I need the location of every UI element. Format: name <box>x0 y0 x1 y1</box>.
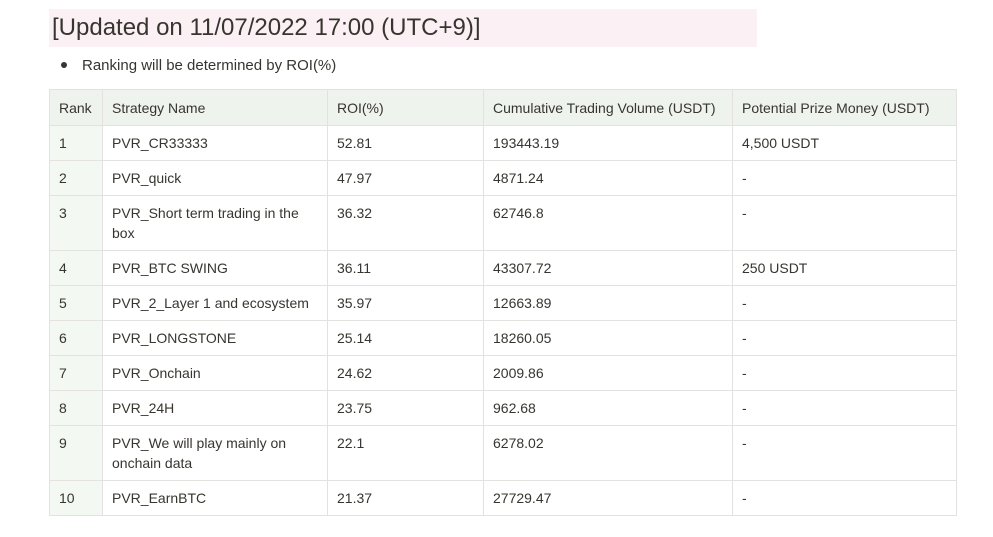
bullet-dot-icon <box>61 62 67 68</box>
strategy-name-cell: PVR_CR33333 <box>102 125 328 161</box>
prize-cell: - <box>732 355 957 391</box>
roi-cell: 36.11 <box>327 250 484 286</box>
volume-cell: 43307.72 <box>483 250 733 286</box>
bullet-text: Ranking will be determined by ROI(%) <box>82 56 337 74</box>
rank-cell: 8 <box>49 390 103 426</box>
header-strategy-name: Strategy Name <box>102 89 328 126</box>
prize-cell: - <box>732 320 957 356</box>
table-row: 10 PVR_EarnBTC 21.37 27729.47 - <box>49 480 957 516</box>
table-row: 2 PVR_quick 47.97 4871.24 - <box>49 160 957 196</box>
prize-cell: - <box>732 390 957 426</box>
table-row: 9 PVR_We will play mainly on onchain dat… <box>49 425 957 481</box>
prize-cell: - <box>732 195 957 251</box>
table-row: 3 PVR_Short term trading in the box 36.3… <box>49 195 957 251</box>
rank-cell: 4 <box>49 250 103 286</box>
table-row: 7 PVR_Onchain 24.62 2009.86 - <box>49 355 957 391</box>
rank-cell: 6 <box>49 320 103 356</box>
volume-cell: 2009.86 <box>483 355 733 391</box>
prize-cell: - <box>732 425 957 481</box>
table-row: 1 PVR_CR33333 52.81 193443.19 4,500 USDT <box>49 125 957 161</box>
strategy-name-cell: PVR_We will play mainly on onchain data <box>102 425 328 481</box>
strategy-name-cell: PVR_EarnBTC <box>102 480 328 516</box>
prize-cell: - <box>732 285 957 321</box>
rank-cell: 3 <box>49 195 103 251</box>
page: [Updated on 11/07/2022 17:00 (UTC+9)] Ra… <box>0 0 993 537</box>
volume-cell: 193443.19 <box>483 125 733 161</box>
table-row: 4 PVR_BTC SWING 36.11 43307.72 250 USDT <box>49 250 957 286</box>
roi-cell: 25.14 <box>327 320 484 356</box>
roi-cell: 23.75 <box>327 390 484 426</box>
roi-cell: 35.97 <box>327 285 484 321</box>
header-volume: Cumulative Trading Volume (USDT) <box>483 89 733 126</box>
header-roi: ROI(%) <box>327 89 484 126</box>
volume-cell: 18260.05 <box>483 320 733 356</box>
rank-cell: 5 <box>49 285 103 321</box>
table-row: 5 PVR_2_Layer 1 and ecosystem 35.97 1266… <box>49 285 957 321</box>
prize-cell: 250 USDT <box>732 250 957 286</box>
bullet-item: Ranking will be determined by ROI(%) <box>58 55 336 75</box>
volume-cell: 27729.47 <box>483 480 733 516</box>
table-header-row: Rank Strategy Name ROI(%) Cumulative Tra… <box>49 89 957 126</box>
strategy-name-cell: PVR_quick <box>102 160 328 196</box>
roi-cell: 52.81 <box>327 125 484 161</box>
volume-cell: 12663.89 <box>483 285 733 321</box>
table-row: 6 PVR_LONGSTONE 25.14 18260.05 - <box>49 320 957 356</box>
roi-cell: 21.37 <box>327 480 484 516</box>
strategy-name-cell: PVR_24H <box>102 390 328 426</box>
roi-cell: 36.32 <box>327 195 484 251</box>
prize-cell: 4,500 USDT <box>732 125 957 161</box>
header-prize: Potential Prize Money (USDT) <box>732 89 957 126</box>
strategy-name-cell: PVR_BTC SWING <box>102 250 328 286</box>
strategy-name-cell: PVR_Short term trading in the box <box>102 195 328 251</box>
rank-cell: 1 <box>49 125 103 161</box>
table-row: 8 PVR_24H 23.75 962.68 - <box>49 390 957 426</box>
strategy-name-cell: PVR_LONGSTONE <box>102 320 328 356</box>
volume-cell: 4871.24 <box>483 160 733 196</box>
rank-cell: 10 <box>49 480 103 516</box>
header-rank: Rank <box>49 89 103 126</box>
roi-cell: 22.1 <box>327 425 484 481</box>
page-title: [Updated on 11/07/2022 17:00 (UTC+9)] <box>49 9 757 47</box>
strategy-name-cell: PVR_2_Layer 1 and ecosystem <box>102 285 328 321</box>
roi-cell: 24.62 <box>327 355 484 391</box>
rank-cell: 2 <box>49 160 103 196</box>
roi-cell: 47.97 <box>327 160 484 196</box>
volume-cell: 62746.8 <box>483 195 733 251</box>
prize-cell: - <box>732 480 957 516</box>
volume-cell: 6278.02 <box>483 425 733 481</box>
ranking-table: Rank Strategy Name ROI(%) Cumulative Tra… <box>49 89 957 516</box>
volume-cell: 962.68 <box>483 390 733 426</box>
prize-cell: - <box>732 160 957 196</box>
strategy-name-cell: PVR_Onchain <box>102 355 328 391</box>
rank-cell: 9 <box>49 425 103 481</box>
rank-cell: 7 <box>49 355 103 391</box>
